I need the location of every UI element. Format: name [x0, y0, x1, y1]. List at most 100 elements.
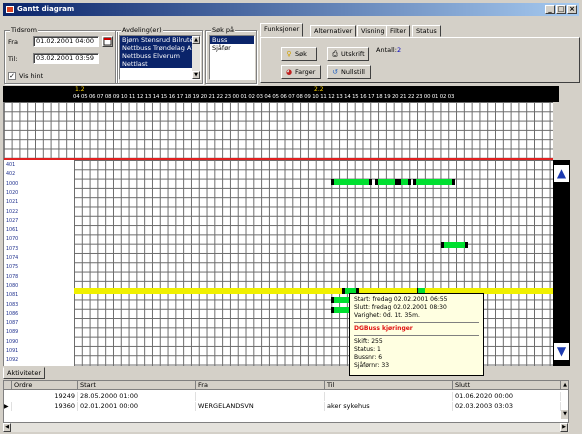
row-label: 1089: [6, 330, 19, 336]
row-label: 1070: [6, 237, 19, 243]
tooltip-start: Start: fredag 02.02.2001 06:55: [354, 296, 448, 303]
scroll-right-icon[interactable]: ▶: [560, 423, 568, 432]
cell-til[interactable]: [325, 392, 453, 401]
tooltip-skift: Skift: 255: [354, 338, 383, 345]
antall-label: Antall:: [376, 46, 397, 54]
fra-field[interactable]: 01.02.2001 04:00: [33, 36, 99, 47]
sok-pa-item[interactable]: Sjåfør: [210, 44, 254, 52]
row-label: 1083: [6, 302, 19, 308]
avdeling-item[interactable]: Bjørn Stensrud Bilruter: [120, 36, 200, 44]
day-marker-2: 2.2: [314, 86, 324, 93]
row-label: 1090: [6, 339, 19, 345]
task-bar[interactable]: [441, 242, 468, 248]
scroll-down-icon[interactable]: ▼: [554, 343, 569, 360]
sok-pa-list[interactable]: Buss Sjåfør: [209, 35, 255, 80]
row-pointer-icon: ▶: [4, 402, 12, 411]
row-label: 1086: [6, 311, 19, 317]
scroll-up-icon[interactable]: ▲: [554, 165, 569, 182]
calendar-icon: [103, 37, 112, 46]
printer-icon: ⎙: [332, 50, 338, 58]
scroll-down-icon[interactable]: ▼: [192, 71, 200, 79]
row-label: 1021: [6, 200, 19, 206]
row-label: 401: [6, 163, 16, 168]
cell-ordre[interactable]: 19249: [12, 392, 78, 401]
row-label: 1020: [6, 190, 19, 196]
palette-icon: ◕: [285, 68, 293, 76]
column-header-start[interactable]: Start: [78, 381, 196, 390]
farger-button[interactable]: ◕ Farger: [281, 65, 321, 79]
avdeling-item[interactable]: Nettbuss Elverum: [120, 52, 200, 60]
tooltip-status: Status: 1: [354, 346, 381, 353]
cell-fra[interactable]: WERGELANDSVN: [196, 402, 325, 411]
minimize-button[interactable]: _: [545, 5, 555, 14]
scroll-left-icon[interactable]: ◀: [3, 423, 11, 432]
tidsrom-label: Tidsrom: [10, 26, 38, 34]
task-bar[interactable]: [331, 179, 372, 185]
til-label: Til:: [8, 55, 18, 63]
column-header-ordre[interactable]: Ordre: [12, 381, 78, 390]
sok-pa-group: Søk på Buss Sjåfør: [205, 26, 257, 84]
window-title: Gantt diagram: [17, 5, 75, 13]
gantt-vertical-scrollbar[interactable]: ▲ ▼: [553, 160, 570, 366]
tab-alternativer[interactable]: Alternativer: [310, 25, 357, 37]
row-label: 1080: [6, 283, 19, 289]
task-bar[interactable]: [398, 179, 411, 185]
app-icon: [6, 6, 14, 13]
utskrift-button-label: Utskrift: [341, 50, 365, 58]
task-tooltip: Start: fredag 02.02.2001 06:55 Slutt: fr…: [349, 293, 484, 376]
tab-aktiviteter[interactable]: Aktiviteter: [3, 367, 45, 379]
sok-button-label: Søk: [295, 50, 307, 58]
tooltip-separator: [354, 335, 479, 336]
summary-grid: [4, 102, 553, 158]
cell-start[interactable]: 02.01.2001 00:00: [78, 402, 196, 411]
table-scroll-up-icon[interactable]: ▲: [561, 381, 568, 390]
sok-pa-item[interactable]: Buss: [210, 36, 254, 44]
farger-button-label: Farger: [295, 68, 316, 76]
day-marker-1: 1.2: [75, 86, 85, 93]
row-label: 1027: [6, 218, 19, 224]
cell-start[interactable]: 28.05.2000 01:00: [78, 392, 196, 401]
tab-status[interactable]: Status: [412, 25, 441, 37]
cell-til[interactable]: aker sykehus: [325, 402, 453, 411]
row-label: 1092: [6, 358, 19, 364]
vis-hint-label: Vis hint: [19, 72, 44, 80]
tab-visning[interactable]: Visning: [357, 25, 389, 37]
close-button[interactable]: ×: [567, 5, 577, 14]
til-field[interactable]: 03.02.2001 03:59: [33, 53, 99, 64]
tidsrom-group: Tidsrom Fra 01.02.2001 04:00 Til: 03.02.…: [4, 26, 118, 84]
avdeling-label: Avdeling(er): [121, 26, 163, 34]
utskrift-button[interactable]: ⎙ Utskrift: [327, 47, 369, 61]
cell-slutt[interactable]: 02.03.2003 03:03: [453, 402, 561, 411]
row-label: 1081: [6, 293, 19, 299]
task-bar[interactable]: [413, 179, 455, 185]
maximize-button[interactable]: □: [556, 5, 566, 14]
column-header-til[interactable]: Til: [325, 381, 453, 390]
avdeling-item[interactable]: Nettlast: [120, 60, 200, 68]
calendar-button[interactable]: [102, 36, 113, 47]
table-scroll-down-icon[interactable]: ▼: [561, 410, 568, 419]
table-horizontal-scrollbar[interactable]: ◀ ▶: [3, 423, 569, 432]
column-header-slutt[interactable]: Slutt: [453, 381, 561, 390]
cell-slutt[interactable]: 01.06.2020 00:00: [453, 392, 561, 401]
avdeling-group: Avdeling(er) Bjørn Stensrud Bilruter Net…: [115, 26, 203, 84]
sok-button[interactable]: ♀ Søk: [281, 47, 317, 61]
reset-icon: ↺: [332, 68, 338, 76]
row-header-corner: [4, 381, 12, 390]
nullstill-button[interactable]: ↺ Nullstill: [327, 65, 371, 79]
timeline-header: 1.2 2.2 04 05 06 07 08 09 10 11 12 13 14…: [3, 86, 559, 102]
tab-filter[interactable]: Filter: [386, 25, 411, 37]
avdeling-list[interactable]: Bjørn Stensrud Bilruter Nettbuss Trøndel…: [119, 35, 201, 80]
scroll-up-icon[interactable]: ▲: [192, 36, 200, 44]
cell-ordre[interactable]: 19360: [12, 402, 78, 411]
row-label: 1022: [6, 209, 19, 215]
avdeling-scrollbar[interactable]: ▲ ▼: [192, 36, 200, 79]
column-header-fra[interactable]: Fra: [196, 381, 325, 390]
row-label: 1078: [6, 274, 19, 280]
task-bar[interactable]: [375, 179, 398, 185]
vis-hint-checkbox[interactable]: ✓: [8, 72, 16, 80]
row-label: 1091: [6, 349, 19, 354]
tooltip-slutt: Slutt: fredag 02.02.2001 08:30: [354, 304, 447, 311]
cell-fra[interactable]: [196, 392, 325, 401]
tab-funksjoner[interactable]: Funksjoner: [260, 23, 304, 37]
avdeling-item[interactable]: Nettbuss Trøndelag AS: [120, 44, 200, 52]
